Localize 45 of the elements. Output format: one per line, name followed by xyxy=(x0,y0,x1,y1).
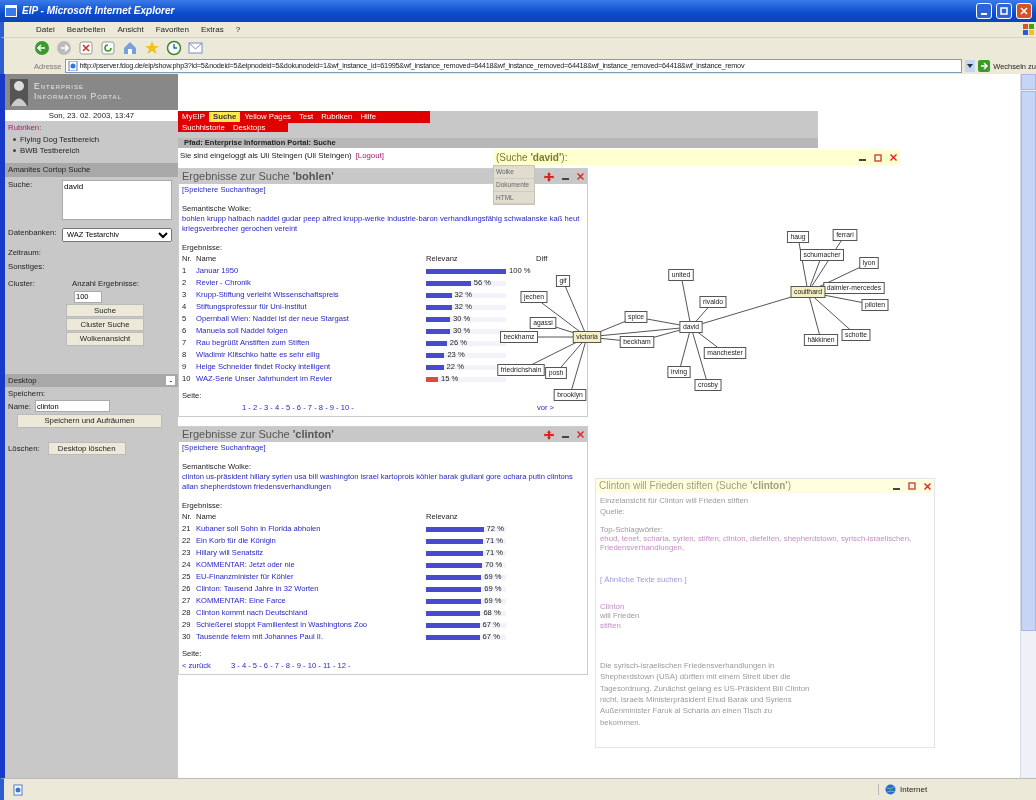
minimize-button[interactable] xyxy=(976,3,992,19)
history-icon[interactable] xyxy=(166,40,182,56)
zone-text: Internet xyxy=(900,784,928,795)
menu-item[interactable]: Favoriten xyxy=(155,24,189,35)
go-icon[interactable] xyxy=(978,60,991,72)
maximize-icon[interactable] xyxy=(908,482,916,490)
menu-item[interactable]: Extras xyxy=(201,24,224,35)
refresh-icon[interactable] xyxy=(100,40,116,56)
move-icon[interactable] xyxy=(544,429,554,440)
dropdown-icon[interactable] xyxy=(965,60,976,72)
maximize-icon[interactable] xyxy=(874,153,882,162)
maximize-icon xyxy=(1000,7,1008,15)
star-icon[interactable] xyxy=(144,40,160,56)
move-icon[interactable] xyxy=(544,171,554,182)
graph-window-title: (Suche 'david'): xyxy=(496,151,568,164)
logo-figure-icon xyxy=(8,77,30,107)
page-icon xyxy=(67,61,78,71)
stop-icon[interactable] xyxy=(78,40,94,56)
page-icon xyxy=(12,783,24,796)
bullet-icon xyxy=(13,149,16,153)
menu-item[interactable]: Bearbeiten xyxy=(66,24,106,35)
bullet-icon xyxy=(13,137,16,141)
close-icon[interactable] xyxy=(924,482,931,490)
maximize-button[interactable] xyxy=(996,3,1012,19)
graph-edge xyxy=(537,336,574,338)
panel-title: Ergebnisse zur Suche 'clinton' xyxy=(182,428,334,442)
panel-title: Ergebnisse zur Suche 'bohlen' xyxy=(182,170,334,184)
browser-icon xyxy=(4,4,18,18)
menu-item[interactable]: ? xyxy=(235,24,241,35)
home-icon[interactable] xyxy=(122,40,138,56)
logo-text: Information Portal xyxy=(34,92,122,102)
window-title: EIP - Microsoft Internet Explorer xyxy=(22,5,175,17)
logo-text: Enterprise xyxy=(34,82,85,92)
search-field[interactable]: david xyxy=(62,179,172,220)
menu-item[interactable]: Ansicht xyxy=(117,24,144,35)
detail-window-title: Clinton will Frieden stiften (Suche 'clinton') xyxy=(599,480,792,492)
close-icon[interactable] xyxy=(577,431,584,439)
close-button[interactable] xyxy=(1016,3,1032,19)
back-icon[interactable] xyxy=(34,40,50,56)
close-icon xyxy=(1020,7,1028,15)
close-icon[interactable] xyxy=(890,154,897,161)
mail-icon[interactable] xyxy=(188,40,204,56)
close-icon[interactable] xyxy=(577,173,584,181)
menu-item[interactable]: Datei xyxy=(36,24,55,35)
globe-icon xyxy=(885,784,896,795)
